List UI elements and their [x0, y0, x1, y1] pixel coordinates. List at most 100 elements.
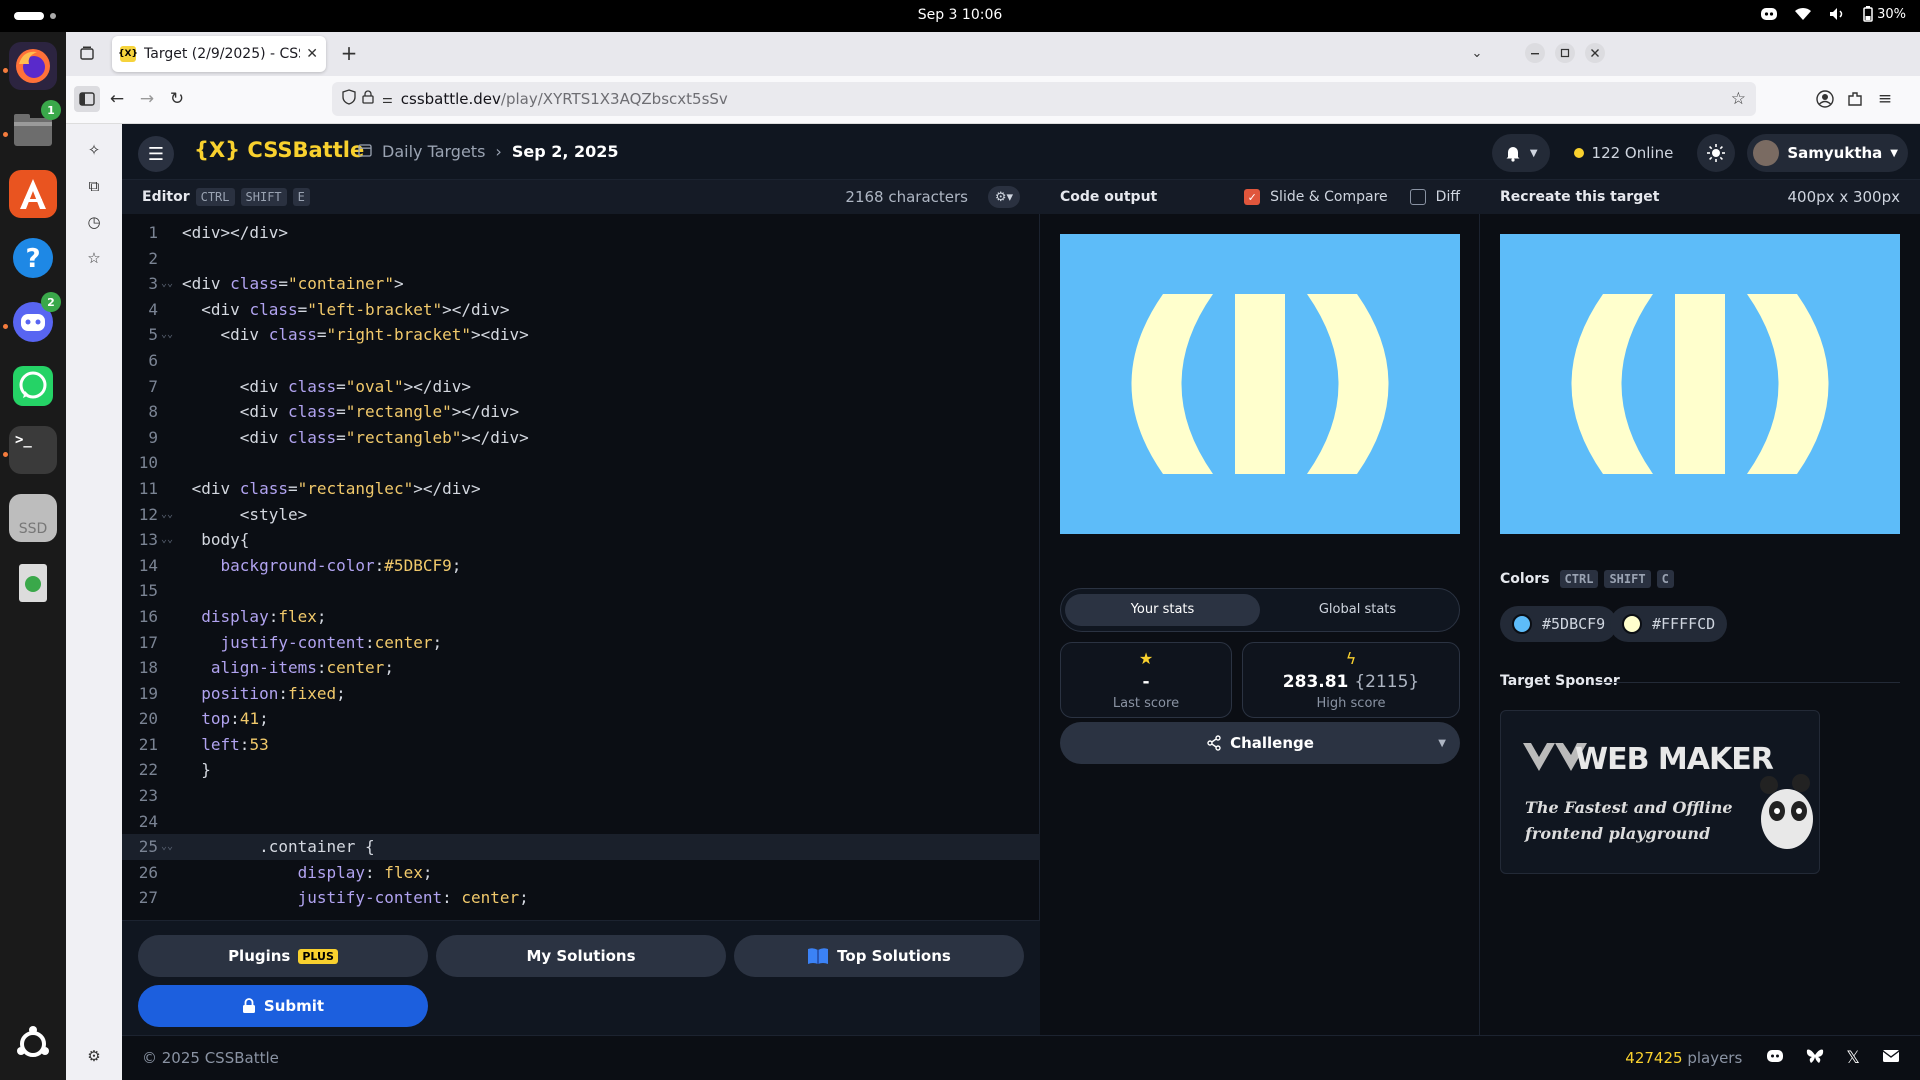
- tab-overflow-chevron-icon[interactable]: ⌄: [1464, 40, 1490, 66]
- challenge-button[interactable]: Challenge ▼: [1060, 722, 1460, 764]
- reload-button[interactable]: ↻: [164, 86, 190, 112]
- fold-chevron-icon[interactable]: ⌄⌄: [158, 834, 176, 860]
- code-line[interactable]: 24: [122, 809, 1040, 835]
- code-line[interactable]: 16 display:flex;: [122, 604, 1040, 630]
- account-icon[interactable]: [1812, 86, 1838, 112]
- editor-settings-button[interactable]: ⚙▾: [988, 186, 1020, 208]
- tracking-shield-icon[interactable]: [342, 89, 356, 109]
- discord-icon[interactable]: [1766, 1048, 1784, 1068]
- diff-checkbox[interactable]: [1409, 189, 1426, 205]
- code-line[interactable]: 5 ⌄⌄ <div class="right-bracket"><div>: [122, 322, 1040, 348]
- fold-chevron-icon[interactable]: ⌄⌄: [158, 502, 176, 528]
- target-image[interactable]: [1500, 234, 1900, 534]
- color-chip-cream[interactable]: #FFFFCD: [1610, 606, 1728, 642]
- color-chip-blue[interactable]: #5DBCF9: [1500, 606, 1618, 642]
- whatsapp-dock-icon[interactable]: [9, 362, 57, 410]
- tab-your-stats[interactable]: Your stats: [1065, 594, 1260, 626]
- hamburger-menu-button[interactable]: ☰: [138, 136, 174, 172]
- help-dock-icon[interactable]: ?: [9, 234, 57, 282]
- discord-tray-icon[interactable]: [1760, 6, 1778, 22]
- wifi-icon[interactable]: [1794, 6, 1812, 22]
- back-button[interactable]: ←: [104, 86, 130, 112]
- fold-chevron-icon[interactable]: ⌄⌄: [158, 271, 176, 297]
- tab-global-stats[interactable]: Global stats: [1260, 594, 1455, 626]
- x-twitter-icon[interactable]: 𝕏: [1846, 1048, 1860, 1068]
- diff-label[interactable]: Diff: [1436, 189, 1460, 205]
- code-line[interactable]: 11 <div class="rectanglec"></div>: [122, 476, 1040, 502]
- output-preview-canvas[interactable]: [1060, 234, 1460, 534]
- ssd-drive-dock-icon[interactable]: SSD: [9, 494, 57, 542]
- app-center-dock-icon[interactable]: [9, 170, 57, 218]
- tab-list-icon[interactable]: [74, 40, 100, 66]
- code-line[interactable]: 4 <div class="left-bracket"></div>: [122, 297, 1040, 323]
- restore-window-button[interactable]: [1552, 40, 1578, 66]
- extensions-icon[interactable]: [1842, 86, 1868, 112]
- code-line[interactable]: 22 }: [122, 757, 1040, 783]
- sidebar-toggle-icon[interactable]: [74, 86, 100, 112]
- email-icon[interactable]: [1882, 1048, 1900, 1068]
- show-apps-icon[interactable]: [9, 1020, 57, 1068]
- top-solutions-button[interactable]: Top Solutions: [734, 935, 1024, 977]
- code-line[interactable]: 23: [122, 783, 1040, 809]
- url-bar[interactable]: ⚌ cssbattle.dev /play/XYRTS1X3AQZbscxt5s…: [332, 82, 1756, 116]
- fold-chevron-icon[interactable]: ⌄⌄: [158, 527, 176, 553]
- code-editor[interactable]: 1 <div></div> 2 3 ⌄⌄ <div class="container"> 4…: [122, 220, 1040, 916]
- fold-chevron-icon[interactable]: ⌄⌄: [158, 322, 176, 348]
- ai-chatbot-icon[interactable]: ✧: [84, 140, 104, 160]
- firefox-dock-icon[interactable]: [9, 42, 57, 90]
- terminal-dock-icon[interactable]: >_: [9, 426, 57, 474]
- system-clock[interactable]: Sep 3 10:06: [0, 7, 1920, 23]
- code-line[interactable]: 17 justify-content:center;: [122, 630, 1040, 656]
- code-line[interactable]: 2: [122, 246, 1040, 272]
- system-tray[interactable]: 30%: [1760, 6, 1906, 22]
- bookmark-star-icon[interactable]: ☆: [1731, 89, 1746, 109]
- app-menu-icon[interactable]: ≡: [1872, 86, 1898, 112]
- code-line[interactable]: 1 <div></div>: [122, 220, 1040, 246]
- discord-dock-icon[interactable]: 2: [9, 292, 61, 346]
- page-permissions-icon[interactable]: ⚌: [382, 92, 393, 106]
- battery-indicator[interactable]: 30%: [1862, 6, 1906, 22]
- submit-button[interactable]: Submit: [138, 985, 428, 1027]
- slide-compare-checkbox[interactable]: ✓: [1244, 189, 1261, 205]
- forward-button[interactable]: →: [134, 86, 160, 112]
- history-icon[interactable]: ◷: [84, 212, 104, 232]
- breadcrumb-daily-targets[interactable]: Daily Targets: [382, 142, 485, 161]
- plugins-button[interactable]: Plugins PLUS: [138, 935, 428, 977]
- code-line[interactable]: 6: [122, 348, 1040, 374]
- code-line[interactable]: 20 top:41;: [122, 706, 1040, 732]
- code-line[interactable]: 21 left:53: [122, 732, 1040, 758]
- code-line[interactable]: 8 <div class="rectangle"></div>: [122, 399, 1040, 425]
- code-line[interactable]: 19 position:fixed;: [122, 681, 1040, 707]
- minimize-window-button[interactable]: [1522, 40, 1548, 66]
- lock-icon[interactable]: [362, 90, 374, 108]
- close-window-button[interactable]: [1582, 40, 1608, 66]
- challenge-dropdown-icon[interactable]: ▼: [1438, 738, 1446, 749]
- notifications-button[interactable]: ▼: [1491, 134, 1550, 172]
- new-tab-button[interactable]: +: [336, 40, 362, 66]
- code-line[interactable]: 27 justify-content: center;: [122, 885, 1040, 911]
- tab-close-icon[interactable]: ✕: [306, 46, 318, 62]
- volume-icon[interactable]: [1828, 6, 1846, 22]
- synced-tabs-icon[interactable]: ⧉: [84, 176, 104, 196]
- code-line[interactable]: 13 ⌄⌄ body{: [122, 527, 1040, 553]
- trash-dock-icon[interactable]: [9, 558, 57, 606]
- code-line[interactable]: 7 <div class="oval"></div>: [122, 374, 1040, 400]
- code-line[interactable]: 26 display: flex;: [122, 860, 1040, 886]
- bluesky-icon[interactable]: [1806, 1048, 1824, 1068]
- cssbattle-logo[interactable]: {X} CSSBattle: [194, 138, 364, 162]
- code-line[interactable]: 3 ⌄⌄ <div class="container">: [122, 271, 1040, 297]
- user-menu-button[interactable]: Samyuktha ▼: [1747, 134, 1908, 172]
- code-line[interactable]: 18 align-items:center;: [122, 655, 1040, 681]
- code-line[interactable]: 10: [122, 450, 1040, 476]
- code-line[interactable]: 14 background-color:#5DBCF9;: [122, 553, 1040, 579]
- my-solutions-button[interactable]: My Solutions: [436, 935, 726, 977]
- browser-tab-active[interactable]: {X} Target (2/9/2025) - CSSBattle ✕: [112, 36, 326, 72]
- theme-toggle-button[interactable]: [1697, 134, 1736, 172]
- code-line[interactable]: 9 <div class="rectangleb"></div>: [122, 425, 1040, 451]
- bookmarks-icon[interactable]: ☆: [84, 248, 104, 268]
- code-line[interactable]: 25 ⌄⌄ .container {: [122, 834, 1040, 860]
- files-dock-icon[interactable]: 1: [9, 100, 61, 154]
- sidebar-settings-icon[interactable]: ⚙: [84, 1046, 104, 1066]
- sponsor-banner[interactable]: WEB MAKER The Fastest and Offline fronte…: [1500, 710, 1820, 874]
- code-line[interactable]: 15: [122, 578, 1040, 604]
